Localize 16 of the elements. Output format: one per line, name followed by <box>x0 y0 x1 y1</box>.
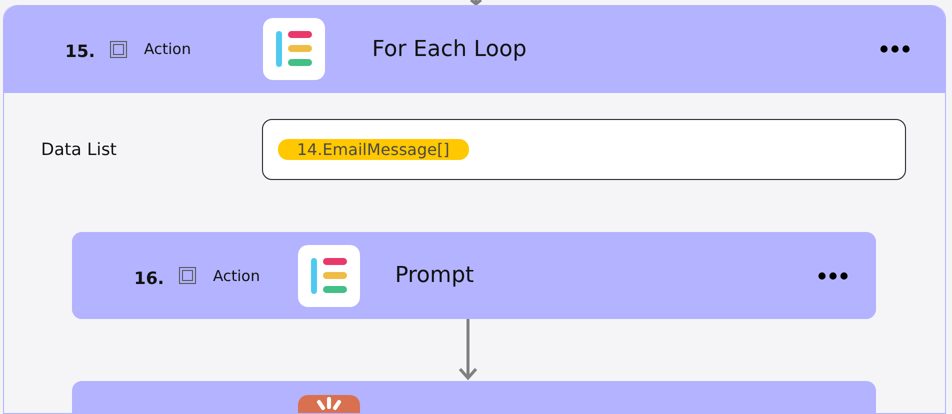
step-title: For Each Loop <box>372 36 528 62</box>
step-type: Action <box>144 40 192 58</box>
list-icon <box>263 18 325 80</box>
step-title: Prompt <box>395 263 475 288</box>
checkbox[interactable] <box>110 40 127 58</box>
step-number: 16. <box>134 268 166 288</box>
step-number: 15. <box>65 41 96 62</box>
list-icon <box>298 244 360 306</box>
connector-arrow <box>458 319 478 381</box>
variable-token[interactable]: 14.EmailMessage[] <box>278 139 470 160</box>
more-icon[interactable] <box>818 272 848 280</box>
step-type: Action <box>213 266 261 284</box>
more-icon[interactable] <box>880 45 910 53</box>
checkbox[interactable] <box>179 267 196 284</box>
field-label: Data List <box>41 140 118 160</box>
input-field[interactable]: 14.EmailMessage[] <box>262 119 906 180</box>
